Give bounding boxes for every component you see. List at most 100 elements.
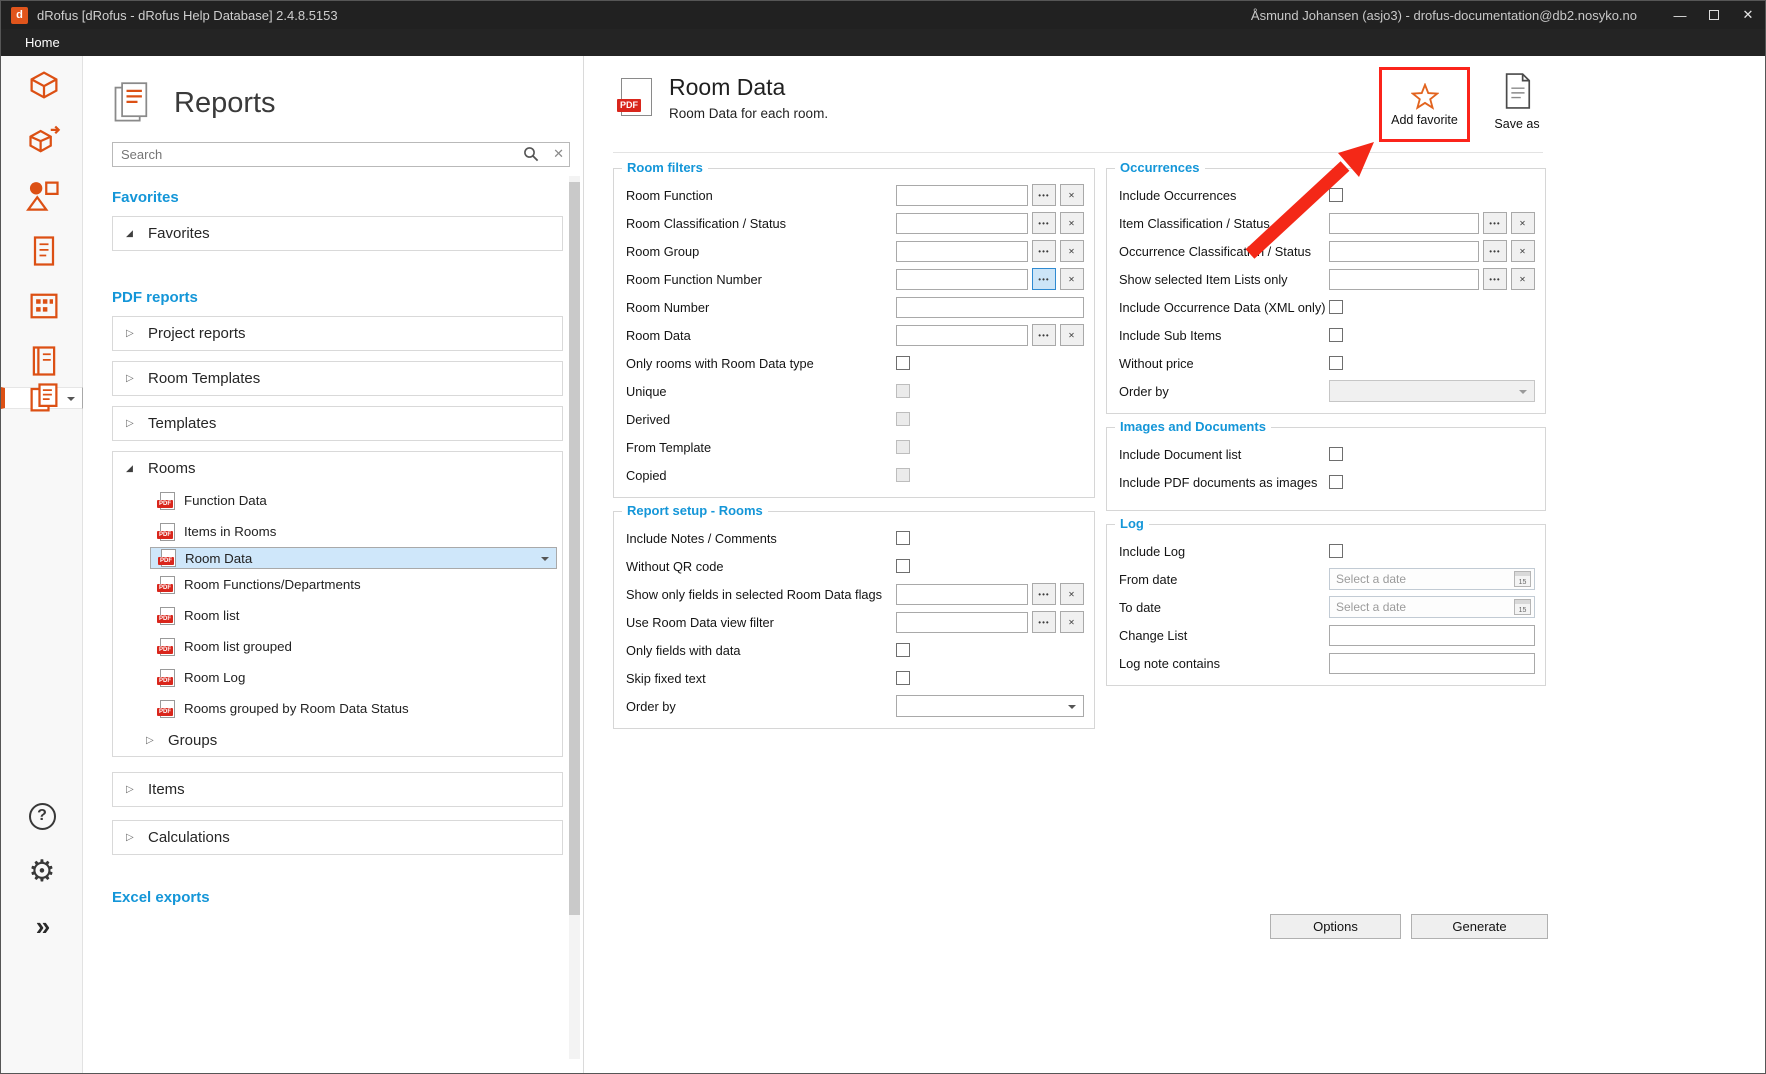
log-row-include-log: Include Log [1116,537,1536,565]
room-function-browse-button[interactable]: ••• [1032,184,1056,206]
filter-row-room-number: Room Number [623,293,1085,321]
without-price-checkbox[interactable] [1329,356,1343,370]
log-row-change-list: Change List [1116,621,1536,649]
room-data-clear-button[interactable]: ✕ [1060,324,1084,346]
report-item-room-data[interactable]: PDF Room Data [150,547,557,569]
expand-sidebar-button[interactable]: » [1,901,83,951]
add-favorite-button[interactable]: Add favorite [1379,67,1470,142]
room-function-number-browse-button[interactable]: ••• [1032,268,1056,290]
group-header-groups[interactable]: ▷ Groups [113,724,562,756]
sidebar-item-building[interactable] [1,279,83,333]
group-header-project-reports[interactable]: ▷ Project reports [113,317,562,350]
generate-button[interactable]: Generate [1411,914,1548,939]
include-sub-items-checkbox[interactable] [1329,328,1343,342]
group-label: Calculations [148,829,230,846]
room-data-flags-browse-button[interactable]: ••• [1032,583,1056,605]
include-notes-checkbox[interactable] [896,531,910,545]
skip-fixed-text-checkbox[interactable] [896,671,910,685]
group-header-favorites[interactable]: ◢ Favorites [113,217,562,250]
include-document-list-checkbox[interactable] [1329,447,1343,461]
group-header-items[interactable]: ▷ Items [113,773,562,806]
room-function-clear-button[interactable]: ✕ [1060,184,1084,206]
occurrence-classification-browse-button[interactable]: ••• [1483,240,1507,262]
include-log-checkbox[interactable] [1329,544,1343,558]
panel-scrollbar[interactable] [569,176,580,1059]
room-data-browse-button[interactable]: ••• [1032,324,1056,346]
report-item-label: Room Data [185,551,252,566]
room-data-flags-input[interactable] [896,584,1028,605]
room-function-number-clear-button[interactable]: ✕ [1060,268,1084,290]
item-classification-input[interactable] [1329,213,1479,234]
sidebar-item-items[interactable] [1,168,83,222]
room-classification-input[interactable] [896,213,1028,234]
room-classification-clear-button[interactable]: ✕ [1060,212,1084,234]
without-qr-checkbox[interactable] [896,559,910,573]
room-function-input[interactable] [896,185,1028,206]
report-item-room-functions-departments[interactable]: PDF Room Functions/Departments [150,569,557,600]
scrollbar-thumb[interactable] [569,182,580,915]
sidebar-item-rooms[interactable] [1,58,83,112]
room-data-input[interactable] [896,325,1028,346]
room-group-clear-button[interactable]: ✕ [1060,240,1084,262]
options-button[interactable]: Options [1270,914,1401,939]
group-header-calculations[interactable]: ▷ Calculations [113,821,562,854]
view-filter-clear-button[interactable]: ✕ [1060,611,1084,633]
include-occurrence-data-checkbox[interactable] [1329,300,1343,314]
room-classification-browse-button[interactable]: ••• [1032,212,1056,234]
item-lists-browse-button[interactable]: ••• [1483,268,1507,290]
report-item-room-list[interactable]: PDF Room list [150,600,557,631]
pdf-file-icon: PDF [160,638,175,656]
only-fields-with-data-checkbox[interactable] [896,643,910,657]
include-occurrences-checkbox[interactable] [1329,188,1343,202]
room-data-flags-clear-button[interactable]: ✕ [1060,583,1084,605]
view-filter-browse-button[interactable]: ••• [1032,611,1056,633]
report-item-function-data[interactable]: PDF Function Data [150,485,557,516]
date-placeholder: Select a date [1336,600,1514,614]
item-lists-clear-button[interactable]: ✕ [1511,268,1535,290]
room-group-input[interactable] [896,241,1028,262]
search-input[interactable] [112,142,570,167]
setup-order-by-select[interactable] [896,695,1084,717]
include-pdf-as-images-checkbox[interactable] [1329,475,1343,489]
minimize-button[interactable]: — [1663,1,1697,29]
change-list-input[interactable] [1329,625,1535,646]
sidebar-item-reports[interactable] [1,387,83,409]
room-function-number-input[interactable] [896,269,1028,290]
occurrences-order-by-select [1329,380,1535,402]
item-classification-clear-button[interactable]: ✕ [1511,212,1535,234]
log-group: Log Include Log From date Select a date1… [1106,524,1546,686]
occurrence-classification-clear-button[interactable]: ✕ [1511,240,1535,262]
clear-search-icon[interactable]: ✕ [553,146,564,162]
report-item-rooms-grouped-by-status[interactable]: PDF Rooms grouped by Room Data Status [150,693,557,724]
close-button[interactable]: ✕ [1731,1,1765,29]
report-item-room-log[interactable]: PDF Room Log [150,662,557,693]
room-number-input[interactable] [896,297,1084,318]
reports-panel: Reports ✕ Favorites ◢ Favorites [83,56,584,1073]
group-header-room-templates[interactable]: ▷ Room Templates [113,362,562,395]
search-icon[interactable] [523,146,539,162]
view-filter-input[interactable] [896,612,1028,633]
group-header-templates[interactable]: ▷ Templates [113,407,562,440]
maximize-button[interactable] [1697,1,1731,29]
only-room-data-type-checkbox[interactable] [896,356,910,370]
calendar-icon: 15 [1514,599,1531,615]
log-note-input[interactable] [1329,653,1535,674]
group-header-rooms[interactable]: ◢ Rooms [113,452,562,485]
report-item-items-in-rooms[interactable]: PDF Items in Rooms [150,516,557,547]
item-lists-input[interactable] [1329,269,1479,290]
sidebar-item-documents[interactable] [1,224,83,278]
report-item-room-list-grouped[interactable]: PDF Room list grouped [150,631,557,662]
occurrence-classification-input[interactable] [1329,241,1479,262]
tab-home[interactable]: Home [1,29,84,56]
derived-checkbox [896,412,910,426]
save-as-button[interactable]: Save as [1484,72,1550,131]
field-label: Order by [1119,384,1329,399]
room-group-browse-button[interactable]: ••• [1032,240,1056,262]
settings-button[interactable]: ⚙ [1,846,83,896]
help-button[interactable]: ? [1,791,83,841]
group-calculations: ▷ Calculations [112,820,563,855]
group-favorites: ◢ Favorites [112,216,563,251]
setup-row-only-fields-with-data: Only fields with data [623,636,1085,664]
sidebar-item-room-equipment[interactable] [1,113,83,167]
item-classification-browse-button[interactable]: ••• [1483,212,1507,234]
